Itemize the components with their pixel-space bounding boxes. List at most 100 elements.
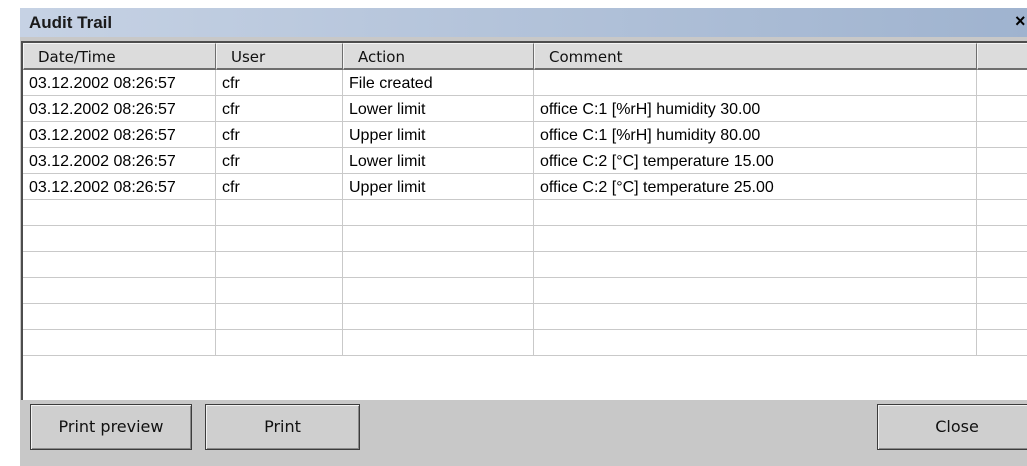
cell-text: cfr <box>222 75 240 92</box>
column-header-action[interactable]: Action <box>343 43 534 70</box>
cell-action <box>343 304 534 330</box>
cell-datetime <box>23 200 216 226</box>
cell-comment <box>534 252 977 278</box>
cell-text: cfr <box>222 101 240 118</box>
cell-action <box>343 252 534 278</box>
table-row[interactable]: 03.12.2002 08:26:57 cfr Lower limit office … <box>23 148 1027 174</box>
cell-comment <box>534 278 977 304</box>
cell-user <box>216 252 343 278</box>
cell-text: cfr <box>222 179 240 196</box>
cell-comment <box>534 70 977 96</box>
title-bar[interactable]: Audit Trail × <box>20 8 1027 37</box>
cell-extra <box>977 174 1027 200</box>
table-row[interactable]: 03.12.2002 08:26:57 cfr Upper limit office … <box>23 174 1027 200</box>
cell-extra <box>977 330 1027 356</box>
cell-extra <box>977 70 1027 96</box>
print-preview-button[interactable]: Print preview <box>30 404 192 450</box>
table-header: Date/Time User Action Comment <box>23 43 1027 70</box>
cell-extra <box>977 304 1027 330</box>
cell-extra <box>977 200 1027 226</box>
table-row[interactable]: 03.12.2002 08:26:57 cfr Upper limit office … <box>23 122 1027 148</box>
table-row[interactable] <box>23 330 1027 356</box>
cell-text: 03.12.2002 08:26:57 <box>29 153 176 170</box>
cell-comment: office C:2 [°C] temperature 25.00 <box>534 174 977 200</box>
cell-text: office C:2 [°C] temperature 25.00 <box>540 179 774 196</box>
cell-comment: office C:2 [°C] temperature 15.00 <box>534 148 977 174</box>
cell-comment <box>534 304 977 330</box>
cell-action: Lower limit <box>343 96 534 122</box>
cell-text: 03.12.2002 08:26:57 <box>29 179 176 196</box>
cell-text: office C:1 [%rH] humidity 80.00 <box>540 127 761 144</box>
cell-datetime: 03.12.2002 08:26:57 <box>23 96 216 122</box>
cell-datetime <box>23 304 216 330</box>
audit-trail-window: Audit Trail × Date/Time User Action Comm… <box>20 8 1027 466</box>
cell-action: File created <box>343 70 534 96</box>
cell-user <box>216 330 343 356</box>
cell-user <box>216 200 343 226</box>
table-row[interactable] <box>23 278 1027 304</box>
cell-user: cfr <box>216 174 343 200</box>
cell-comment <box>534 226 977 252</box>
cell-user: cfr <box>216 96 343 122</box>
table-row[interactable]: 03.12.2002 08:26:57 cfr Lower limit office … <box>23 96 1027 122</box>
cell-text: Upper limit <box>349 179 426 196</box>
cell-extra <box>977 252 1027 278</box>
cell-datetime <box>23 330 216 356</box>
cell-text: File created <box>349 75 433 92</box>
audit-table: Date/Time User Action Comment 03.12.2002… <box>21 41 1027 400</box>
column-header-extra[interactable] <box>977 43 1027 70</box>
cell-extra <box>977 278 1027 304</box>
column-header-label: User <box>231 48 266 66</box>
print-button[interactable]: Print <box>205 404 360 450</box>
column-header-comment[interactable]: Comment <box>534 43 977 70</box>
cell-text: Lower limit <box>349 101 426 118</box>
cell-comment: office C:1 [%rH] humidity 30.00 <box>534 96 977 122</box>
close-button[interactable]: Close <box>877 404 1027 450</box>
cell-action: Upper limit <box>343 174 534 200</box>
cell-action <box>343 226 534 252</box>
cell-text: 03.12.2002 08:26:57 <box>29 75 176 92</box>
column-header-label: Date/Time <box>38 48 116 66</box>
cell-extra <box>977 226 1027 252</box>
cell-text: office C:2 [°C] temperature 15.00 <box>540 153 774 170</box>
column-header-label: Action <box>358 48 405 66</box>
cell-comment <box>534 200 977 226</box>
cell-extra <box>977 96 1027 122</box>
cell-datetime <box>23 252 216 278</box>
cell-text: 03.12.2002 08:26:57 <box>29 101 176 118</box>
cell-action: Upper limit <box>343 122 534 148</box>
table-row[interactable]: 03.12.2002 08:26:57 cfr File created <box>23 70 1027 96</box>
cell-user: cfr <box>216 70 343 96</box>
table-row[interactable] <box>23 252 1027 278</box>
cell-text: 03.12.2002 08:26:57 <box>29 127 176 144</box>
cell-user: cfr <box>216 148 343 174</box>
cell-extra <box>977 122 1027 148</box>
table-row[interactable] <box>23 200 1027 226</box>
cell-datetime: 03.12.2002 08:26:57 <box>23 148 216 174</box>
window-title: Audit Trail <box>29 13 113 32</box>
column-header-user[interactable]: User <box>216 43 343 70</box>
cell-action <box>343 330 534 356</box>
cell-user <box>216 226 343 252</box>
cell-datetime <box>23 226 216 252</box>
cell-comment: office C:1 [%rH] humidity 80.00 <box>534 122 977 148</box>
column-header-datetime[interactable]: Date/Time <box>23 43 216 70</box>
cell-datetime: 03.12.2002 08:26:57 <box>23 122 216 148</box>
cell-text: cfr <box>222 127 240 144</box>
table-row[interactable] <box>23 226 1027 252</box>
close-icon[interactable]: × <box>1015 11 1027 33</box>
cell-user <box>216 304 343 330</box>
cell-datetime: 03.12.2002 08:26:57 <box>23 70 216 96</box>
cell-text: office C:1 [%rH] humidity 30.00 <box>540 101 761 118</box>
cell-text: Lower limit <box>349 153 426 170</box>
column-header-label: Comment <box>549 48 623 66</box>
cell-datetime <box>23 278 216 304</box>
cell-user: cfr <box>216 122 343 148</box>
table-row[interactable] <box>23 304 1027 330</box>
cell-text: cfr <box>222 153 240 170</box>
cell-comment <box>534 330 977 356</box>
cell-action <box>343 278 534 304</box>
cell-extra <box>977 148 1027 174</box>
cell-action: Lower limit <box>343 148 534 174</box>
cell-datetime: 03.12.2002 08:26:57 <box>23 174 216 200</box>
